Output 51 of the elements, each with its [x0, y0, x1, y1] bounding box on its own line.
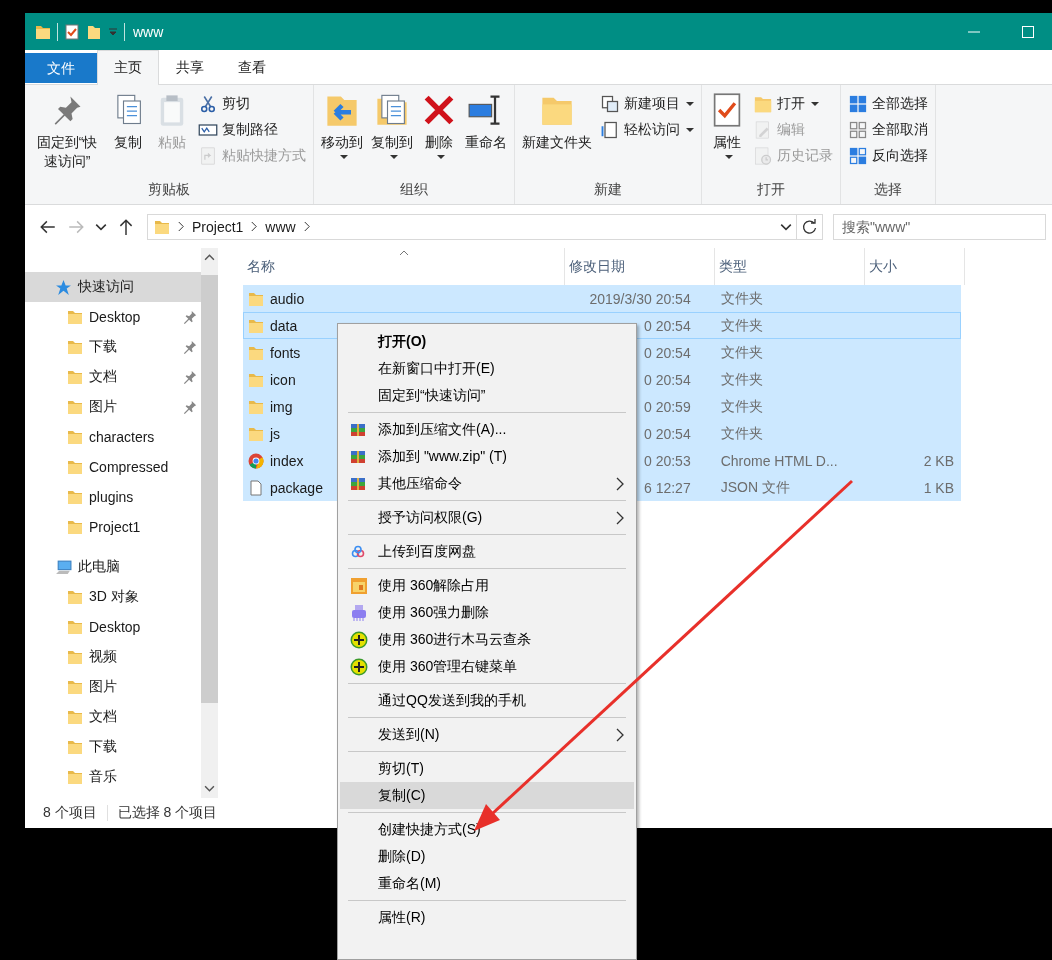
- modified-date: 6 12:27: [643, 479, 691, 496]
- group-label: 新建: [593, 181, 623, 199]
- nav-label: 音乐: [89, 768, 118, 786]
- nav-label: characters: [89, 429, 156, 445]
- file-type: 文件夹: [720, 343, 763, 362]
- modified-date: 2019/3/30 20:54: [589, 290, 691, 307]
- file-type: 文件夹: [720, 289, 763, 308]
- window-title: www: [133, 23, 164, 40]
- nav-label: 文档: [89, 708, 118, 726]
- file-type: 文件夹: [720, 316, 763, 335]
- file-type: Chrome HTML D...: [720, 452, 838, 469]
- file-name: audio: [270, 290, 305, 307]
- nav-label: 下载: [89, 338, 118, 356]
- file-name: data: [270, 317, 298, 334]
- nav-label: 文档: [89, 368, 118, 386]
- nav-label: 此电脑: [78, 558, 120, 576]
- nav-label: 视频: [89, 648, 118, 666]
- modified-date: 0 20:54: [643, 317, 691, 334]
- file-size: 2 KB: [923, 452, 954, 469]
- modified-date: 0 20:59: [643, 398, 691, 415]
- modified-date: 0 20:54: [643, 371, 691, 388]
- selection-count: 已选择 8 个项目: [117, 804, 218, 822]
- group-label: 选择: [873, 181, 903, 199]
- nav-label: Desktop: [89, 309, 142, 325]
- nav-label: Project1: [89, 519, 142, 535]
- file-name: js: [270, 425, 281, 442]
- nav-label: plugins: [89, 489, 135, 505]
- group-label: 剪贴板: [147, 181, 191, 199]
- modified-date: 0 20:54: [643, 425, 691, 442]
- file-name: package: [270, 479, 323, 496]
- file-size: 1 KB: [923, 479, 954, 496]
- file-type: 文件夹: [720, 424, 763, 443]
- file-type: 文件夹: [720, 370, 763, 389]
- file-name: index: [270, 452, 304, 469]
- nav-label: Compressed: [89, 459, 170, 475]
- nav-label: 图片: [89, 678, 118, 696]
- nav-label: 快速访问: [78, 278, 134, 296]
- nav-label: 3D 对象: [89, 588, 140, 606]
- modified-date: 0 20:54: [643, 344, 691, 361]
- file-type: 文件夹: [720, 397, 763, 416]
- modified-date: 0 20:53: [643, 452, 691, 469]
- group-label: 组织: [399, 181, 429, 199]
- item-count: 8 个项目: [43, 804, 97, 822]
- group-label: 打开: [756, 181, 786, 199]
- nav-label: Desktop: [89, 619, 142, 635]
- file-name: img: [270, 398, 293, 415]
- nav-label: 图片: [89, 398, 118, 416]
- nav-label: 下载: [89, 738, 118, 756]
- file-name: icon: [270, 371, 296, 388]
- file-name: fonts: [270, 344, 301, 361]
- file-type: JSON 文件: [720, 478, 790, 497]
